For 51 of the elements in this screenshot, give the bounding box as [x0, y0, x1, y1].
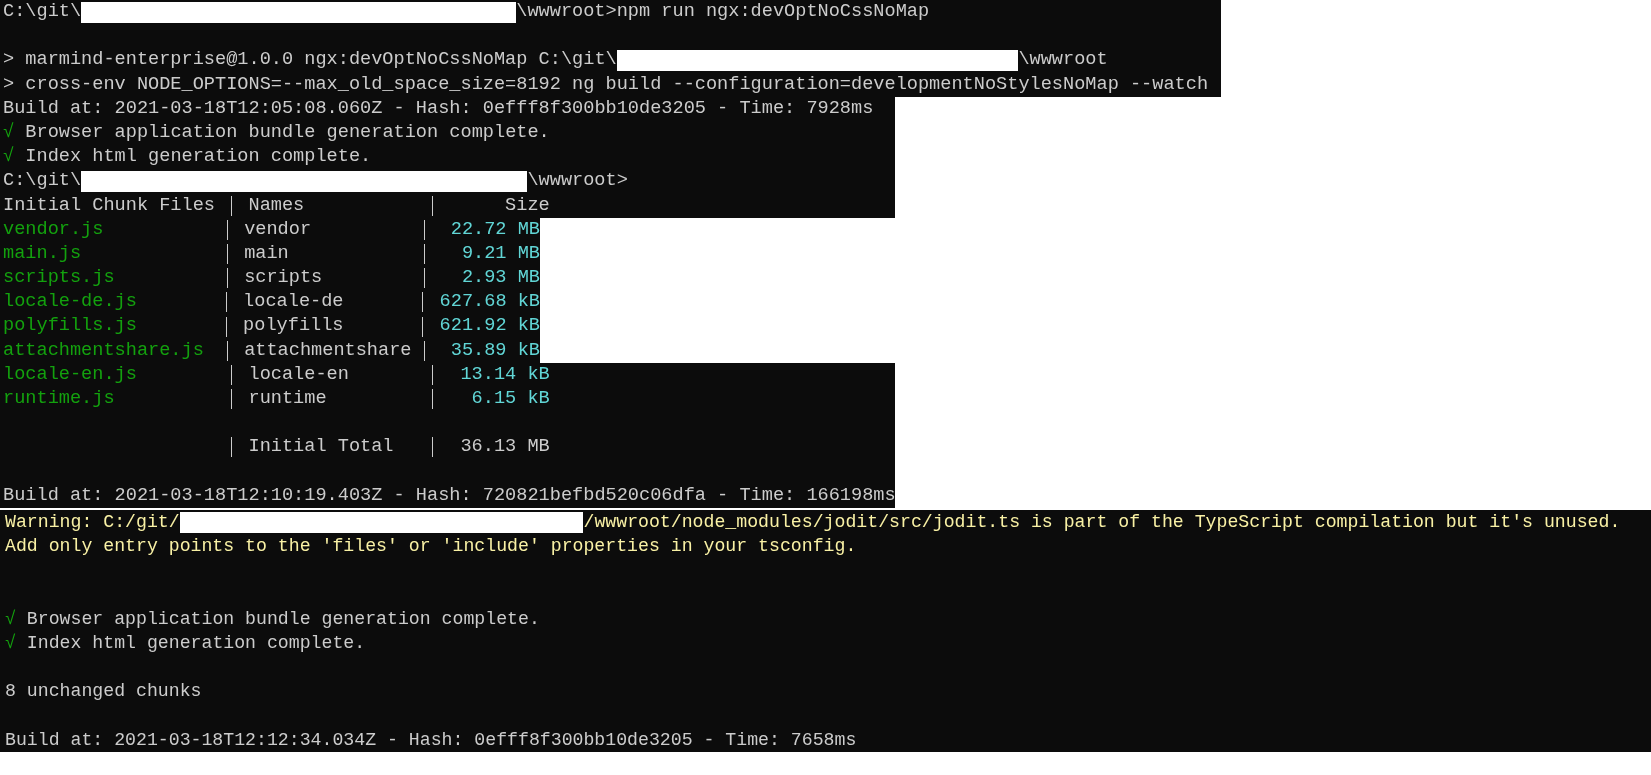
table-cell-text: 9.21 MB	[460, 241, 540, 266]
table-cell-text: 36.13 MB	[459, 435, 550, 460]
table-cell-text: scripts.js	[3, 266, 116, 291]
table-cell: 627.68 kB	[439, 290, 540, 315]
log-text: C:\git\	[3, 0, 82, 24]
table-cell-text: Size	[504, 193, 550, 218]
table-cell-text: polyfills.js	[3, 314, 138, 339]
table-cell-text: locale-de	[243, 290, 345, 315]
log-text: > marmind-enterprise@1.0.0 ngx:devOptNoCssNoMap C:\git\	[3, 48, 617, 73]
table-cell-text: vendor	[244, 217, 313, 242]
log-text: /wwwroot/node_modules/jodit/src/jodit.ts is part of the TypeScript compilation but it's unused.	[583, 510, 1621, 534]
log-text: Build at: 2021-03-18T12:12:34.034Z - Hash: 0efff8f300bb10de3205 - Time: 7658ms	[5, 728, 857, 752]
log-text: Index html generation complete.	[25, 631, 366, 655]
table-cell-text: locale-en	[248, 362, 350, 387]
log-text: Browser application bundle generation complete.	[24, 120, 550, 145]
check-mark: √	[3, 120, 15, 145]
log-text: C:\git\	[3, 169, 82, 194]
table-cell-text: attachmentshare.js	[3, 338, 205, 363]
table-cell-text: Initial Total	[248, 435, 395, 460]
log-text: \wwwroot>npm run ngx:devOptNoCssNoMap	[516, 0, 930, 24]
table-cell-text: locale-de.js	[3, 290, 138, 315]
table-cell-text: runtime	[248, 387, 328, 411]
table-cell-text: 2.93 MB	[460, 266, 540, 291]
table-cell-text: Names	[248, 193, 306, 218]
log-text: > cross-env NODE_OPTIONS=--max_old_space_size=8192 ng build --configuration=developmentNoStylesNoMap --watch	[3, 72, 1209, 97]
check-mark: √	[5, 631, 16, 655]
table-cell-text: 13.14 kB	[459, 362, 550, 387]
log-text: Build at: 2021-03-18T12:05:08.060Z - Hash: 0efff8f300bb10de3205 - Time: 7928ms	[3, 96, 874, 121]
table-cell-text: Initial Chunk Files	[3, 193, 216, 218]
log-text: Index html generation complete.	[24, 145, 372, 170]
log-text: Build at: 2021-03-18T12:10:19.403Z - Hash: 720821befbd520c06dfa - Time: 166198ms	[3, 483, 896, 508]
log-text: Warning: C:/git/	[5, 510, 180, 534]
table-cell-text: 35.89 kB	[449, 338, 540, 363]
check-mark: √	[3, 145, 15, 170]
check-mark: √	[5, 607, 16, 631]
table-cell-text: polyfills	[243, 314, 345, 339]
table-cell-text: 22.72 MB	[449, 217, 540, 242]
table-cell-text: 6.15 kB	[470, 387, 550, 411]
log-text: Add only entry points to the 'files' or 'include' properties in your tsconfig.	[5, 535, 857, 559]
table-cell-text: attachmentshare	[244, 338, 413, 363]
log-text: \wwwroot>	[527, 169, 628, 194]
table-cell-text: scripts	[244, 266, 324, 291]
table-cell: 621.92 kB	[439, 314, 540, 339]
log-text: 8 unchanged chunks	[5, 680, 202, 704]
log-text: Browser application bundle generation complete.	[25, 607, 540, 631]
table-cell-text: locale-en.js	[3, 362, 138, 387]
table-cell-text: main.js	[3, 241, 83, 266]
table-cell-text: main	[244, 241, 290, 266]
log-text: \wwwroot	[1018, 48, 1108, 73]
table-cell-text: runtime.js	[3, 387, 116, 411]
table-cell-text: vendor.js	[3, 217, 105, 242]
